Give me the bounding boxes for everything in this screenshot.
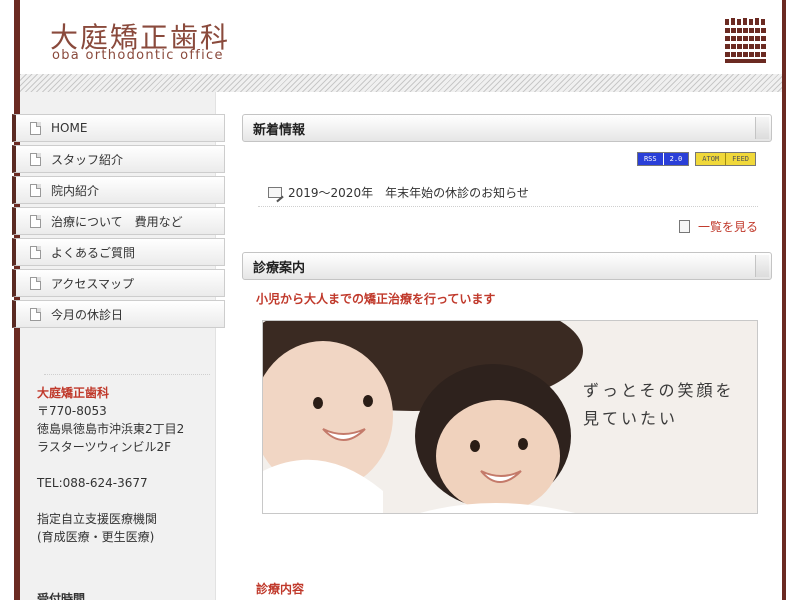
site-header: 大庭矯正歯科 oba orthodontic office <box>20 0 782 74</box>
clinic-address-line2: ラスターツウィンビル2F <box>37 440 172 454</box>
news-divider <box>258 206 758 207</box>
document-icon <box>30 183 41 197</box>
document-icon <box>30 276 41 290</box>
reception-hours-heading: 受付時間 <box>37 592 86 600</box>
news-list-item[interactable]: 2019～2020年 年末年始の休診のお知らせ <box>268 184 529 201</box>
sidebar-item-closed-days[interactable]: 今月の休診日 <box>12 300 225 328</box>
news-section-header: 新着情報 <box>242 114 772 142</box>
clinic-postal-code: 〒770-8053 <box>37 404 107 418</box>
atom-badge-left: ATOM <box>696 153 726 165</box>
document-icon <box>30 307 41 321</box>
sidebar-item-label: 院内紹介 <box>51 183 100 198</box>
clinic-name: 大庭矯正歯科 <box>37 386 110 400</box>
feed-badges: RSS 2.0 ATOM FEED <box>636 152 756 166</box>
edit-note-icon <box>268 187 282 198</box>
hero-photo: ずっとその笑顔を 見ていたい <box>262 320 758 514</box>
sidebar-item-access-map[interactable]: アクセスマップ <box>12 269 225 297</box>
document-icon <box>30 245 41 259</box>
document-icon <box>30 152 41 166</box>
sidebar-item-home[interactable]: HOME <box>12 114 225 142</box>
atom-feed-button[interactable]: ATOM FEED <box>695 152 756 166</box>
sidebar-item-label: アクセスマップ <box>51 276 135 291</box>
hero-caption: ずっとその笑顔を 見ていたい <box>583 377 735 433</box>
header-stripe <box>20 74 782 92</box>
sidebar-item-clinic-tour[interactable]: 院内紹介 <box>12 176 225 204</box>
header-cap <box>755 117 769 139</box>
sidebar-item-faq[interactable]: よくあるご質問 <box>12 238 225 266</box>
document-icon <box>30 214 41 228</box>
news-item-link[interactable]: 2019～2020年 年末年始の休診のお知らせ <box>288 184 529 201</box>
consultation-section-header: 診療案内 <box>242 252 772 280</box>
sidebar-nav: HOME スタッフ紹介 院内紹介 治療について 費用など よくあるご質問 アクセ… <box>12 114 225 331</box>
sidebar-item-label: HOME <box>51 121 88 135</box>
header-cap <box>755 255 769 277</box>
hero-caption-line1: ずっとその笑顔を <box>583 381 735 400</box>
sidebar-item-staff[interactable]: スタッフ紹介 <box>12 145 225 173</box>
view-all-link[interactable]: 一覧を見る <box>678 218 758 235</box>
sidebar-item-label: 今月の休診日 <box>51 307 124 322</box>
treatment-content-heading: 診療内容 <box>256 582 305 596</box>
hero-caption-line2: 見ていたい <box>583 409 679 428</box>
sidebar-item-treatment-fees[interactable]: 治療について 費用など <box>12 207 225 235</box>
sidebar-item-label: 治療について 費用など <box>51 214 183 229</box>
clinic-designation-detail: (育成医療・更生医療) <box>37 530 155 544</box>
rss-badge-left: RSS <box>637 153 663 165</box>
sidebar-item-label: よくあるご質問 <box>51 245 136 260</box>
clinic-designation: 指定自立支援医療機関 <box>37 512 158 526</box>
clinic-info: 大庭矯正歯科 〒770-8053 徳島県徳島市沖浜東2丁目2 ラスターツウィンビ… <box>37 384 184 546</box>
atom-badge-right: FEED <box>725 153 755 165</box>
clinic-phone: TEL:088-624-3677 <box>37 476 148 490</box>
frame-right-edge <box>782 0 786 600</box>
site-logo-subtitle: oba orthodontic office <box>52 48 224 63</box>
news-section-title: 新着情報 <box>253 122 306 138</box>
document-icon <box>30 121 41 135</box>
consultation-section-title: 診療案内 <box>253 260 306 276</box>
sidebar-divider <box>44 374 210 375</box>
sidebar-item-label: スタッフ紹介 <box>51 152 124 167</box>
consultation-subtitle: 小児から大人までの矯正治療を行っています <box>256 292 496 306</box>
page-icon <box>678 220 690 233</box>
rss-feed-button[interactable]: RSS 2.0 <box>636 152 690 166</box>
view-all-label: 一覧を見る <box>697 220 758 234</box>
brand-grid-icon <box>725 18 766 63</box>
rss-badge-right: 2.0 <box>662 153 689 165</box>
clinic-address-line1: 徳島県徳島市沖浜東2丁目2 <box>37 422 185 436</box>
